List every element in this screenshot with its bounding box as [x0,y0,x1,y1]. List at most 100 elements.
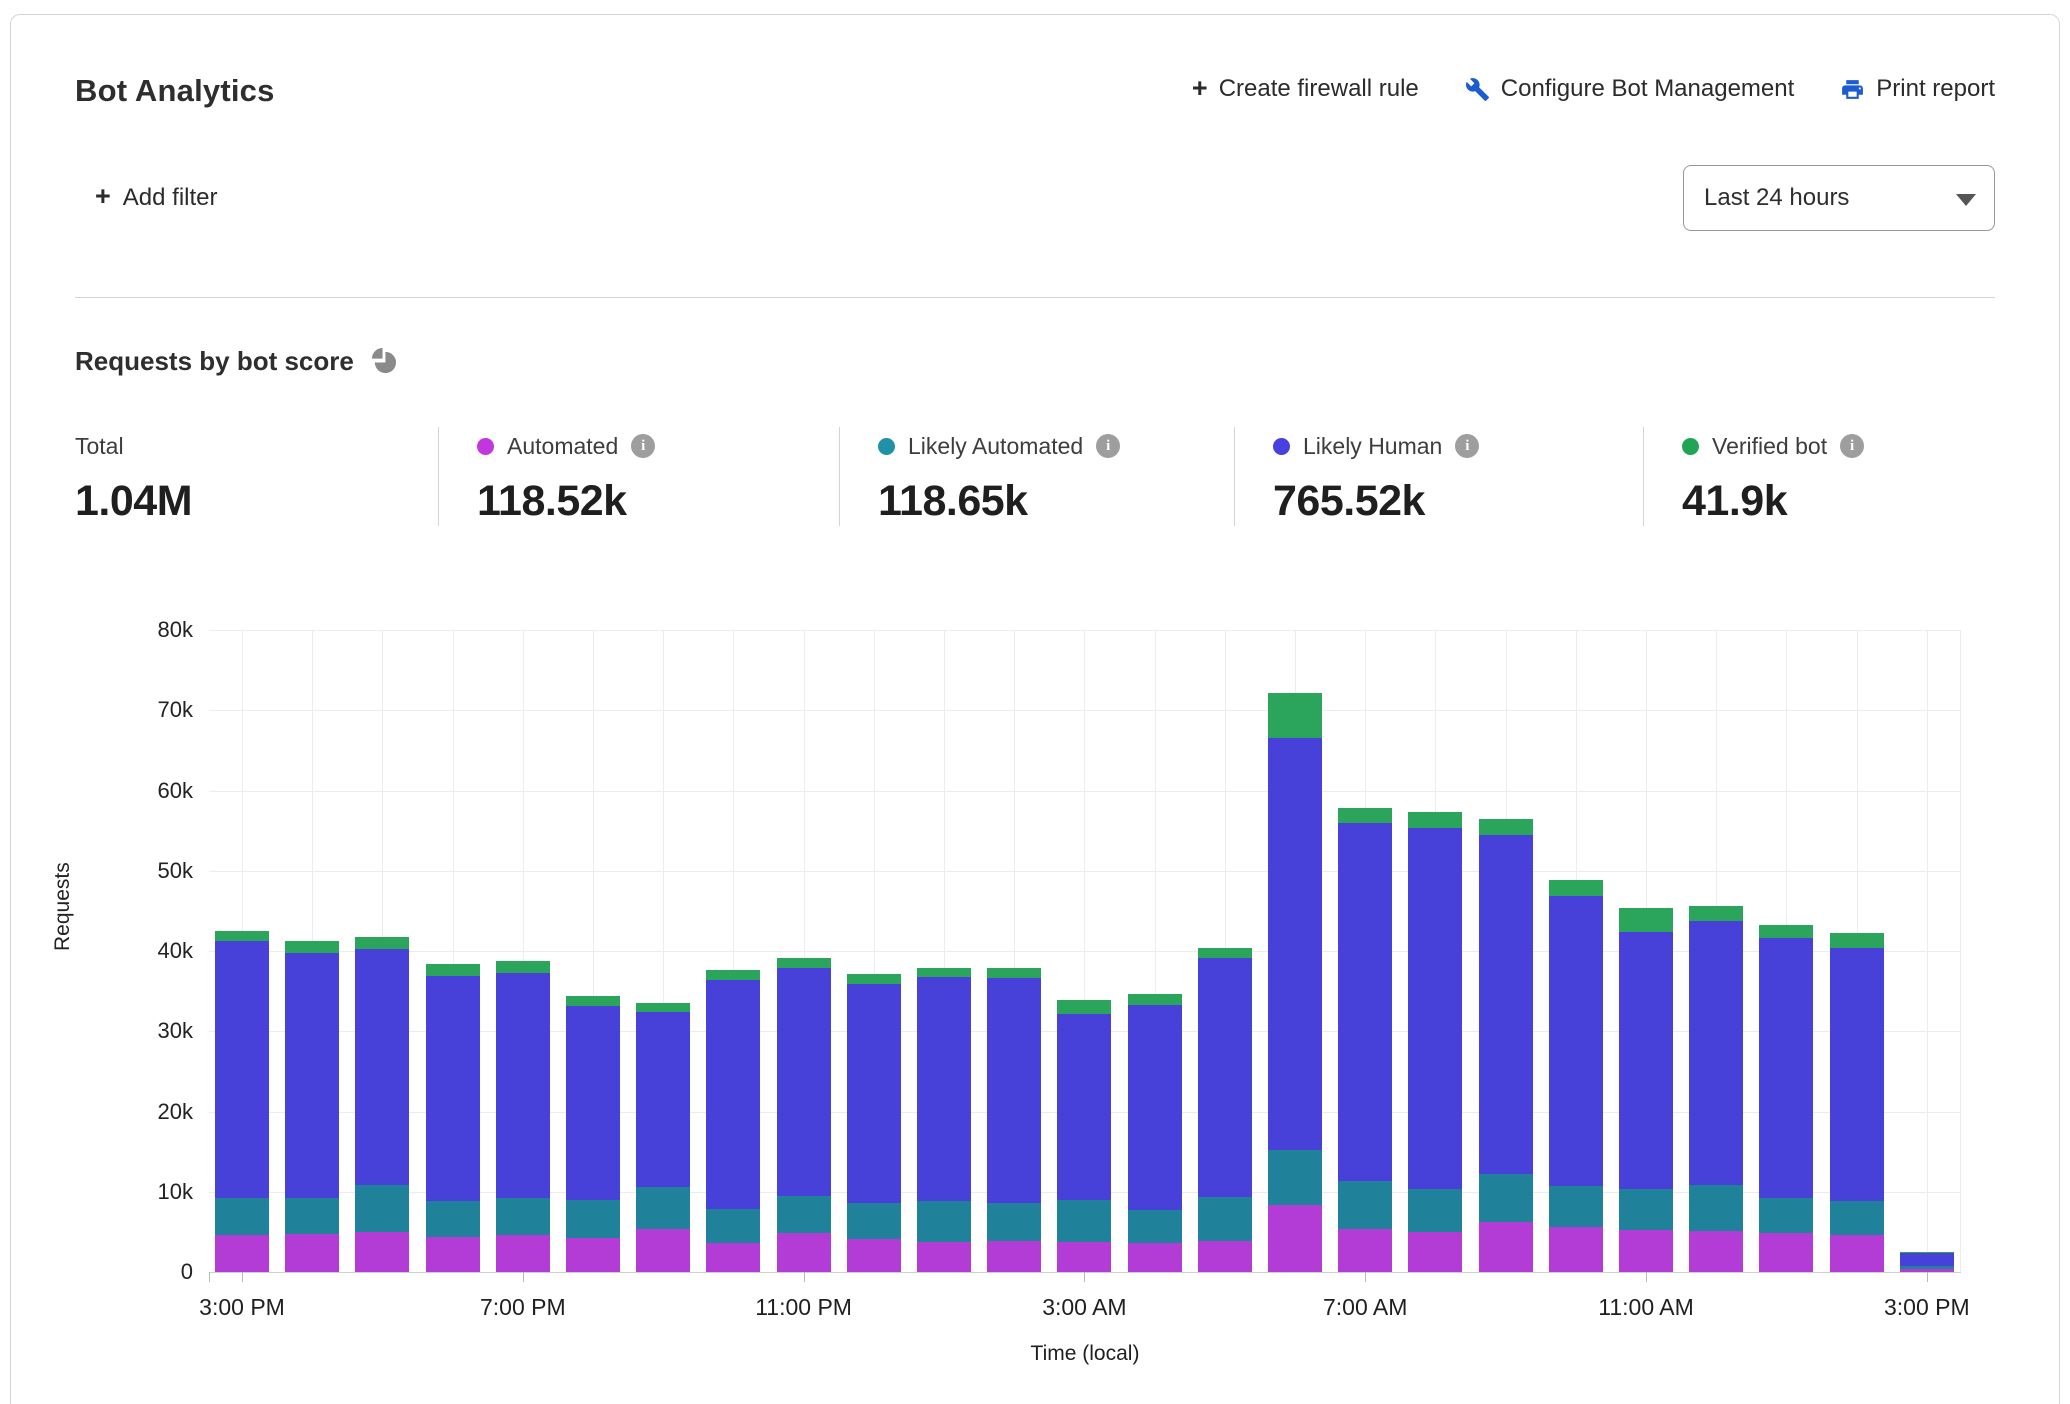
time-range-select[interactable]: Last 24 hours [1683,165,1995,231]
bar-segment-verified-bot[interactable] [1268,693,1322,739]
bar-segment-likely-automated[interactable] [987,1203,1041,1241]
bar-segment-verified-bot[interactable] [1830,933,1884,948]
stacked-bar[interactable] [636,1003,690,1272]
bar-segment-verified-bot[interactable] [496,961,550,973]
stacked-bar[interactable] [566,996,620,1272]
create-firewall-rule-link[interactable]: + Create firewall rule [1192,75,1419,103]
bar-segment-automated[interactable] [1057,1242,1111,1272]
bar-segment-verified-bot[interactable] [1549,880,1603,897]
stacked-bar[interactable] [215,931,269,1272]
bar-segment-automated[interactable] [636,1229,690,1272]
bar-segment-verified-bot[interactable] [1198,948,1252,958]
bar-segment-verified-bot[interactable] [1619,908,1673,932]
bar-segment-verified-bot[interactable] [987,968,1041,978]
bar-segment-likely-human[interactable] [1408,828,1462,1188]
bar-segment-verified-bot[interactable] [1338,808,1392,823]
stacked-bar[interactable] [426,964,480,1272]
info-icon[interactable]: i [631,434,655,458]
bar-segment-verified-bot[interactable] [285,941,339,952]
bar-segment-likely-human[interactable] [1128,1005,1182,1210]
bar-segment-automated[interactable] [355,1232,409,1272]
bar-segment-likely-automated[interactable] [1268,1150,1322,1205]
bar-segment-likely-human[interactable] [1198,958,1252,1197]
bar-segment-likely-automated[interactable] [1338,1181,1392,1228]
stacked-bar[interactable] [1408,812,1462,1272]
bar-segment-verified-bot[interactable] [706,970,760,980]
stacked-bar[interactable] [1900,1252,1954,1272]
bar-segment-likely-human[interactable] [566,1006,620,1200]
bar-segment-likely-automated[interactable] [426,1201,480,1237]
info-icon[interactable]: i [1840,434,1864,458]
bar-segment-verified-bot[interactable] [847,974,901,984]
stacked-bar[interactable] [1128,994,1182,1272]
bar-segment-automated[interactable] [1128,1243,1182,1272]
stacked-bar[interactable] [355,937,409,1272]
bar-segment-likely-human[interactable] [987,978,1041,1203]
bar-segment-verified-bot[interactable] [1408,812,1462,828]
bar-segment-likely-automated[interactable] [1759,1198,1813,1233]
bar-segment-automated[interactable] [1619,1230,1673,1272]
bar-segment-likely-automated[interactable] [285,1198,339,1234]
bar-segment-automated[interactable] [426,1237,480,1272]
bar-segment-likely-human[interactable] [1689,921,1743,1184]
stacked-bar[interactable] [987,968,1041,1272]
bar-segment-likely-automated[interactable] [777,1196,831,1234]
bar-segment-likely-automated[interactable] [1830,1201,1884,1235]
bar-segment-likely-human[interactable] [1830,948,1884,1202]
bar-segment-likely-automated[interactable] [1198,1197,1252,1240]
bar-segment-likely-automated[interactable] [847,1203,901,1239]
bar-segment-likely-human[interactable] [1057,1014,1111,1199]
bar-segment-likely-automated[interactable] [1408,1189,1462,1232]
bar-segment-automated[interactable] [1338,1229,1392,1272]
bar-segment-verified-bot[interactable] [1479,819,1533,834]
stacked-bar[interactable] [847,974,901,1272]
info-icon[interactable]: i [1096,434,1120,458]
bar-segment-likely-human[interactable] [636,1012,690,1187]
bar-segment-automated[interactable] [1408,1232,1462,1272]
bar-segment-likely-automated[interactable] [1479,1174,1533,1222]
bar-segment-verified-bot[interactable] [1759,925,1813,939]
bar-segment-likely-human[interactable] [1338,823,1392,1181]
print-report-link[interactable]: Print report [1840,75,1995,103]
bar-segment-likely-human[interactable] [215,941,269,1199]
bar-segment-verified-bot[interactable] [777,958,831,968]
stacked-bar[interactable] [706,970,760,1273]
bar-segment-likely-automated[interactable] [706,1209,760,1244]
bar-segment-likely-human[interactable] [1549,896,1603,1186]
stacked-bar[interactable] [917,968,971,1272]
bar-segment-likely-human[interactable] [285,953,339,1199]
bar-segment-automated[interactable] [215,1235,269,1272]
bar-segment-automated[interactable] [1689,1231,1743,1272]
bar-segment-verified-bot[interactable] [1689,906,1743,921]
stacked-bar[interactable] [496,961,550,1272]
bar-segment-automated[interactable] [706,1243,760,1272]
bar-segment-likely-human[interactable] [847,984,901,1203]
stacked-bar[interactable] [1268,693,1322,1272]
stacked-bar[interactable] [1689,906,1743,1272]
bar-segment-likely-human[interactable] [1268,738,1322,1150]
bar-segment-likely-human[interactable] [1900,1253,1954,1267]
bar-segment-likely-human[interactable] [777,968,831,1196]
bar-segment-likely-human[interactable] [1759,938,1813,1198]
bar-segment-verified-bot[interactable] [1128,994,1182,1005]
bar-segment-likely-automated[interactable] [636,1187,690,1229]
stacked-bar[interactable] [1338,808,1392,1272]
bar-segment-verified-bot[interactable] [917,968,971,977]
bar-segment-likely-automated[interactable] [215,1198,269,1235]
stacked-bar[interactable] [1057,1000,1111,1272]
stacked-bar[interactable] [1549,880,1603,1272]
bar-segment-likely-automated[interactable] [1057,1200,1111,1242]
bar-segment-automated[interactable] [1549,1227,1603,1272]
bar-segment-automated[interactable] [1479,1222,1533,1272]
stacked-bar[interactable] [285,941,339,1272]
stacked-bar[interactable] [1830,933,1884,1272]
stacked-bar[interactable] [1619,908,1673,1272]
bar-segment-likely-human[interactable] [706,980,760,1209]
bar-segment-verified-bot[interactable] [1057,1000,1111,1014]
bar-segment-automated[interactable] [1759,1233,1813,1272]
bar-segment-verified-bot[interactable] [355,937,409,949]
info-icon[interactable]: i [1455,434,1479,458]
bar-segment-automated[interactable] [1268,1205,1322,1272]
bar-segment-automated[interactable] [1198,1241,1252,1272]
bar-segment-likely-human[interactable] [496,973,550,1199]
